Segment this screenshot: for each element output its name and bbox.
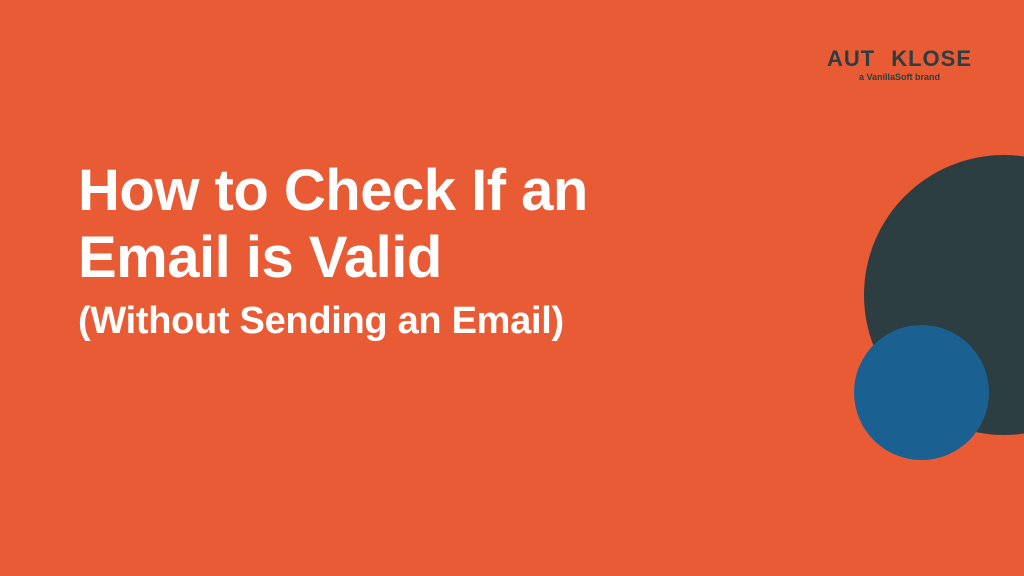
decorative-small-circle xyxy=(854,325,989,460)
logo-pre: AUT xyxy=(827,46,875,71)
logo-tagline: a VanillaSoft brand xyxy=(827,72,972,82)
title-line-2: Email is Valid xyxy=(78,225,588,292)
title-subtitle: (Without Sending an Email) xyxy=(78,299,588,345)
logo-post: KLOSE xyxy=(891,46,972,71)
logo-power-icon xyxy=(875,49,891,65)
title-main: How to Check If an Email is Valid xyxy=(78,158,588,291)
slide: AUT KLOSE a VanillaSoft brand How to Chec… xyxy=(0,0,1024,576)
brand-logo: AUT KLOSE a VanillaSoft brand xyxy=(827,48,972,82)
title-line-1: How to Check If an xyxy=(78,158,588,225)
logo-text: AUT KLOSE xyxy=(827,48,972,70)
content-block: How to Check If an Email is Valid (Witho… xyxy=(78,158,588,345)
